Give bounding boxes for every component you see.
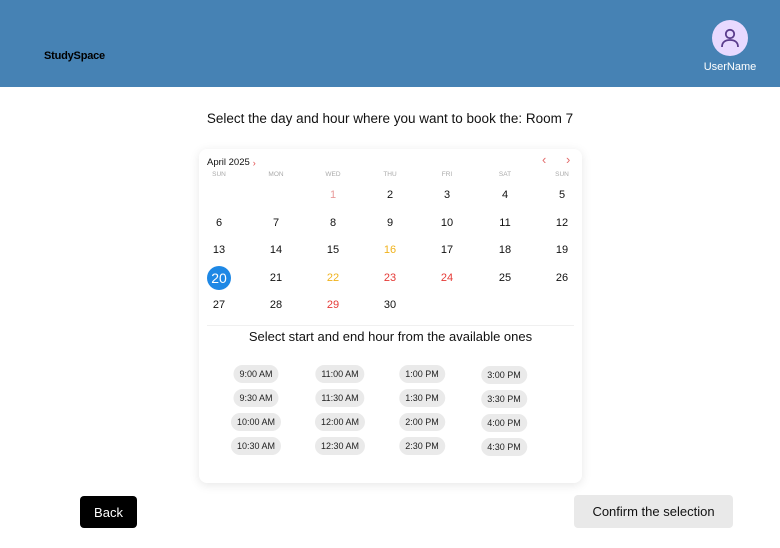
calendar-day[interactable]: 18 bbox=[493, 238, 517, 262]
calendar-day[interactable]: 17 bbox=[435, 238, 459, 262]
calendar-day[interactable]: 4 bbox=[493, 183, 517, 207]
weekday-label: SUN bbox=[555, 171, 569, 178]
month-label: April 2025 bbox=[207, 157, 250, 168]
confirm-selection-button[interactable]: Confirm the selection bbox=[574, 495, 733, 528]
prev-month-button[interactable]: ‹ bbox=[542, 152, 546, 167]
time-slot-button[interactable]: 4:30 PM bbox=[481, 438, 527, 456]
calendar-day[interactable]: 9 bbox=[378, 211, 402, 235]
calendar-day[interactable]: 16 bbox=[378, 238, 402, 262]
calendar-day[interactable]: 10 bbox=[435, 211, 459, 235]
booking-card: April 2025 › ‹ › SUN MON WED THU FRI SAT SUN 1… bbox=[199, 149, 582, 483]
calendar-day[interactable]: 25 bbox=[493, 266, 517, 290]
month-selector[interactable]: April 2025 › bbox=[207, 157, 256, 168]
calendar-day[interactable]: 21 bbox=[264, 266, 288, 290]
calendar-day[interactable]: 19 bbox=[550, 238, 574, 262]
time-slot-button[interactable]: 4:00 PM bbox=[481, 414, 527, 432]
app-header: StudySpace UserName bbox=[0, 0, 780, 87]
weekday-header: SUN MON WED THU FRI SAT SUN bbox=[199, 171, 582, 181]
calendar-day[interactable]: 14 bbox=[264, 238, 288, 262]
chevron-right-icon: › bbox=[566, 152, 571, 167]
calendar-day[interactable]: 5 bbox=[550, 183, 574, 207]
time-slot-button[interactable]: 10:30 AM bbox=[230, 437, 282, 455]
time-slot-button[interactable]: 9:30 AM bbox=[233, 389, 279, 407]
calendar-day[interactable]: 8 bbox=[321, 211, 345, 235]
time-slot-button[interactable]: 3:00 PM bbox=[481, 366, 527, 384]
selected-day[interactable]: 20 bbox=[207, 266, 231, 290]
user-menu[interactable]: UserName bbox=[700, 20, 760, 73]
calendar-day[interactable]: 24 bbox=[435, 266, 459, 290]
time-slot-button[interactable]: 11:00 AM bbox=[315, 365, 365, 383]
weekday-label: FRI bbox=[441, 171, 453, 178]
time-slot-button[interactable]: 12:00 AM bbox=[314, 413, 366, 431]
calendar-day[interactable]: 13 bbox=[207, 238, 231, 262]
weekday-label: SUN bbox=[212, 171, 226, 178]
time-slot-button[interactable]: 9:00 AM bbox=[233, 365, 279, 383]
next-month-button[interactable]: › bbox=[566, 152, 570, 167]
time-slot-button[interactable]: 1:00 PM bbox=[399, 365, 445, 383]
time-slot-button[interactable]: 2:30 PM bbox=[399, 437, 445, 455]
time-slot-button[interactable]: 2:00 PM bbox=[399, 413, 445, 431]
time-slot-button[interactable]: 11:30 AM bbox=[315, 389, 365, 407]
hours-title: Select start and end hour from the avail… bbox=[248, 329, 533, 344]
calendar-day[interactable]: 22 bbox=[321, 266, 345, 290]
calendar-day[interactable]: 7 bbox=[264, 211, 288, 235]
calendar-day[interactable]: 27 bbox=[207, 293, 231, 317]
chevron-left-icon: ‹ bbox=[542, 152, 547, 167]
time-slot-button[interactable]: 3:30 PM bbox=[481, 390, 527, 408]
weekday-label: THU bbox=[383, 171, 397, 178]
calendar-day[interactable]: 2 bbox=[378, 183, 402, 207]
calendar-day[interactable]: 23 bbox=[378, 266, 402, 290]
calendar-day[interactable]: 11 bbox=[493, 211, 517, 235]
time-slot-button[interactable]: 10:00 AM bbox=[230, 413, 282, 431]
calendar-day[interactable]: 12 bbox=[550, 211, 574, 235]
calendar-day[interactable]: 3 bbox=[435, 183, 459, 207]
weekday-label: MON bbox=[268, 171, 284, 178]
calendar-day[interactable]: 1 bbox=[321, 183, 345, 207]
page-instruction: Select the day and hour where you want t… bbox=[206, 111, 574, 126]
calendar-day[interactable]: 28 bbox=[264, 293, 288, 317]
back-button[interactable]: Back bbox=[80, 496, 137, 528]
time-slot-button[interactable]: 12:30 AM bbox=[314, 437, 366, 455]
chevron-right-icon: › bbox=[252, 157, 256, 168]
username: UserName bbox=[703, 61, 757, 73]
weekday-label: SAT bbox=[498, 171, 512, 178]
weekday-label: WED bbox=[325, 171, 341, 178]
user-icon bbox=[721, 28, 739, 48]
time-slot-button[interactable]: 1:30 PM bbox=[399, 389, 445, 407]
divider bbox=[207, 325, 574, 326]
calendar-day[interactable]: 29 bbox=[321, 293, 345, 317]
calendar-day[interactable]: 15 bbox=[321, 238, 345, 262]
calendar-day[interactable]: 30 bbox=[378, 293, 402, 317]
brand-logo[interactable]: StudySpace bbox=[44, 50, 105, 62]
calendar-day[interactable]: 6 bbox=[207, 211, 231, 235]
calendar-day[interactable]: 26 bbox=[550, 266, 574, 290]
avatar[interactable] bbox=[712, 20, 748, 56]
